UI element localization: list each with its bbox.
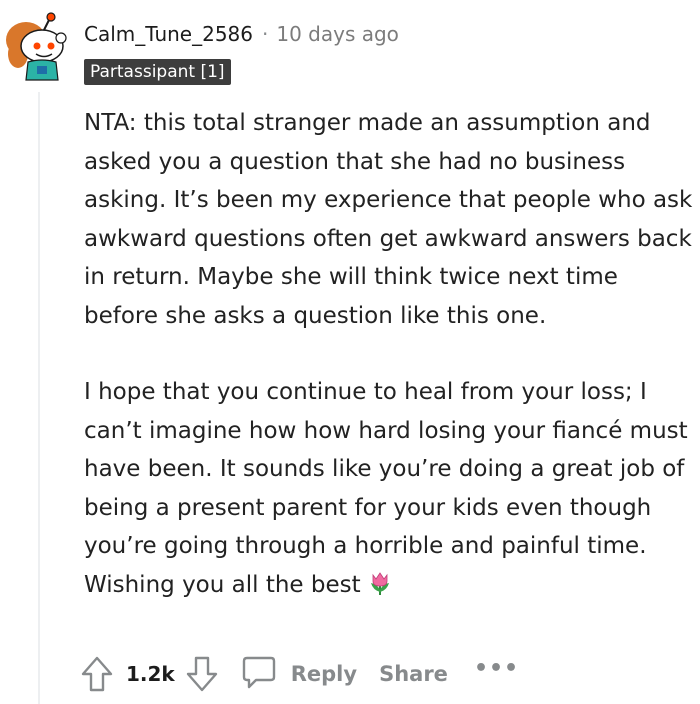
user-flair-badge: Partassipant [1]: [84, 59, 231, 85]
comment-header: Calm_Tune_2586 · 10 days ago: [84, 20, 399, 48]
comment-body: NTA: this total stranger made an assumpt…: [84, 104, 694, 608]
speech-bubble-icon: [241, 654, 277, 695]
comment-paragraph-text: I hope that you continue to heal from yo…: [84, 379, 688, 598]
meta-separator: ·: [262, 22, 269, 46]
comment-timestamp[interactable]: 10 days ago: [276, 22, 399, 46]
upvote-arrow-icon[interactable]: [80, 655, 114, 693]
author-username[interactable]: Calm_Tune_2586: [84, 22, 253, 46]
reply-label: Reply: [290, 662, 358, 686]
comment-paragraph-last: I hope that you continue to heal from yo…: [84, 373, 694, 608]
comment-actions: 1.2k Reply Share •••: [80, 652, 519, 696]
downvote-arrow-icon[interactable]: [185, 655, 219, 693]
share-button[interactable]: Share: [379, 662, 448, 686]
thread-line[interactable]: [38, 92, 40, 704]
vote-score: 1.2k: [126, 662, 175, 686]
snoo-avatar-icon[interactable]: [4, 12, 72, 82]
more-options-icon[interactable]: •••: [474, 656, 519, 681]
comment-paragraph: NTA: this total stranger made an assumpt…: [84, 110, 693, 329]
tulip-emoji-icon: [367, 570, 393, 609]
reply-button[interactable]: Reply: [241, 654, 357, 695]
